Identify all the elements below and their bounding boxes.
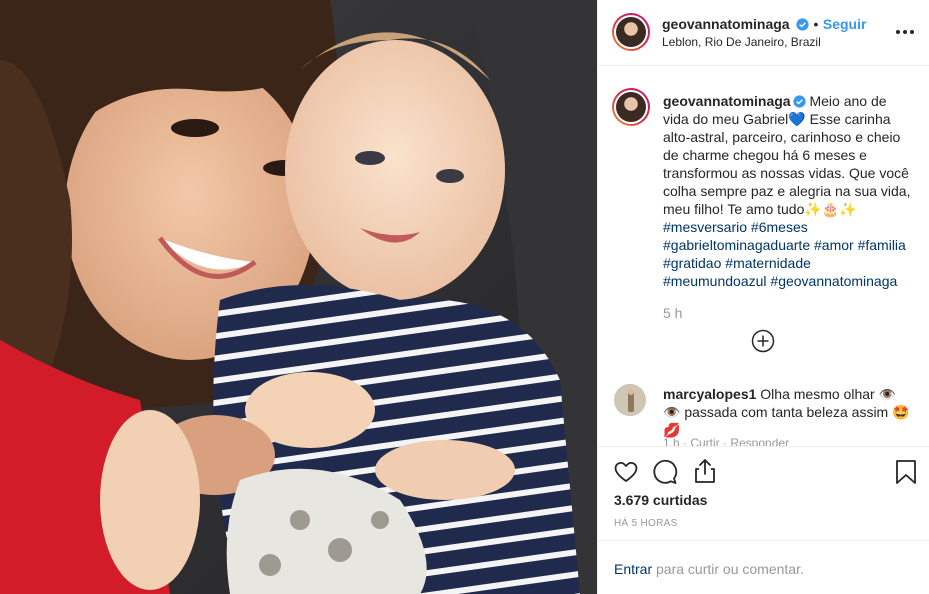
heart-icon[interactable] bbox=[612, 458, 640, 486]
login-prompt: Entrar para curtir ou comentar. bbox=[614, 561, 804, 577]
hashtag-link[interactable]: #geovannatominaga bbox=[770, 273, 897, 289]
hashtag-link[interactable]: #familia bbox=[858, 237, 906, 253]
header-separator: • bbox=[813, 16, 819, 32]
instagram-post: geovannatominaga • Seguir Leblon, Rio De… bbox=[0, 0, 929, 594]
caption-text-block: geovannatominaga Meio ano de vida do meu… bbox=[663, 92, 913, 290]
likes-count[interactable]: 3.679 curtidas bbox=[614, 492, 707, 508]
share-icon[interactable] bbox=[691, 457, 719, 485]
post-header: geovannatominaga • Seguir Leblon, Rio De… bbox=[598, 0, 929, 66]
photo-illustration bbox=[0, 0, 597, 594]
comment-meta: 1 h · Curtir · Responder bbox=[663, 436, 790, 446]
verified-badge-icon bbox=[793, 95, 806, 108]
follow-button[interactable]: Seguir bbox=[823, 16, 867, 32]
hashtag-link[interactable]: #mesversario bbox=[663, 219, 747, 235]
post-timestamp[interactable]: HÁ 5 HORAS bbox=[614, 518, 678, 529]
caption-timestamp[interactable]: 5 h bbox=[663, 305, 682, 321]
post-actions: 3.679 curtidas HÁ 5 HORAS bbox=[598, 446, 929, 546]
commenter-avatar-image bbox=[614, 384, 646, 416]
comment-username[interactable]: marcyalopes1 bbox=[663, 386, 756, 402]
login-prompt-bar: Entrar para curtir ou comentar. bbox=[598, 540, 929, 594]
hashtag-link[interactable]: #maternidade bbox=[725, 255, 811, 271]
bookmark-icon[interactable] bbox=[892, 458, 920, 486]
header-title-row: geovannatominaga • Seguir bbox=[662, 16, 866, 34]
caption-username[interactable]: geovannatominaga bbox=[663, 93, 791, 109]
comment-icon[interactable] bbox=[651, 458, 679, 486]
avatar-image bbox=[616, 92, 646, 122]
hashtag-link[interactable]: #gratidao bbox=[663, 255, 721, 271]
post-location[interactable]: Leblon, Rio De Janeiro, Brazil bbox=[662, 35, 821, 49]
commenter-avatar[interactable] bbox=[614, 384, 646, 416]
author-username[interactable]: geovannatominaga bbox=[662, 16, 790, 32]
more-options-icon[interactable] bbox=[894, 22, 916, 42]
hashtag-link[interactable]: #meumundoazul bbox=[663, 273, 767, 289]
comment-text-block: marcyalopes1 Olha mesmo olhar 👁️👁️ passa… bbox=[663, 385, 913, 439]
hashtag-link[interactable]: #amor bbox=[814, 237, 854, 253]
login-link[interactable]: Entrar bbox=[614, 561, 652, 577]
hashtag-link[interactable]: #6meses bbox=[751, 219, 808, 235]
hashtag-link[interactable]: #gabrieltominagaduarte bbox=[663, 237, 810, 253]
avatar-image bbox=[616, 17, 646, 47]
post-photo[interactable] bbox=[0, 0, 597, 594]
plus-circle-icon[interactable] bbox=[751, 329, 775, 353]
post-side-panel: geovannatominaga • Seguir Leblon, Rio De… bbox=[597, 0, 929, 594]
verified-badge-icon bbox=[796, 18, 809, 31]
comments-scroll-area[interactable]: geovannatominaga Meio ano de vida do meu… bbox=[598, 66, 929, 446]
caption-author-avatar[interactable] bbox=[612, 88, 650, 126]
caption-body: Meio ano de vida do meu Gabriel💙 Esse ca… bbox=[663, 93, 911, 217]
author-avatar[interactable] bbox=[612, 13, 650, 51]
login-prompt-text: para curtir ou comentar. bbox=[652, 561, 804, 577]
